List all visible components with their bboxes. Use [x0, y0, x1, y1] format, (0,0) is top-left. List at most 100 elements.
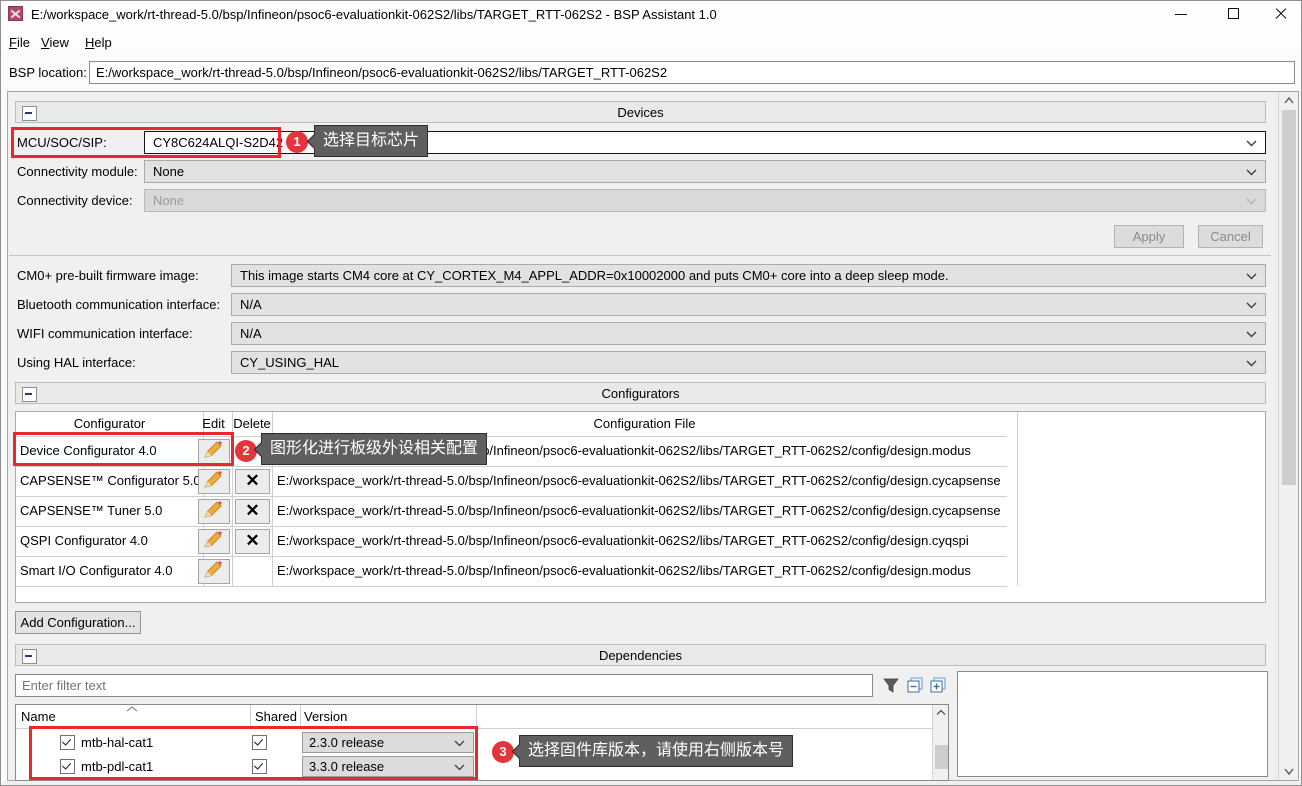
conn-module-value: None [153, 164, 184, 179]
apply-button[interactable]: Apply [1114, 225, 1184, 248]
edit-button[interactable] [198, 559, 230, 584]
devices-section-title: Devices [16, 105, 1265, 120]
cancel-button[interactable]: Cancel [1198, 225, 1263, 248]
annotation-highlight-dependencies [29, 726, 478, 780]
configurator-name: QSPI Configurator 4.0 [16, 526, 204, 556]
delete-button[interactable]: ✕ [235, 499, 270, 524]
pencil-icon [199, 530, 227, 551]
annotation-tooltip-1: 选择目标芯片 [314, 125, 428, 157]
configurators-section-title: Configurators [16, 386, 1265, 401]
configuration-file-path: E:/workspace_work/rt-thread-5.0/bsp/Infi… [272, 556, 1018, 586]
configuration-file-path: E:/workspace_work/rt-thread-5.0/bsp/Infi… [272, 526, 1018, 556]
wifi-combobox[interactable]: N/A [231, 322, 1266, 345]
collapse-all-icon [907, 677, 924, 694]
table-row: CAPSENSE™ Tuner 5.0 ✕ E:/workspace_work/… [16, 496, 1007, 527]
scrollbar-thumb[interactable] [1282, 110, 1296, 485]
conn-module-label: Connectivity module: [17, 164, 138, 179]
hal-combobox[interactable]: CY_USING_HAL [231, 351, 1266, 374]
wifi-label: WIFI communication interface: [17, 326, 193, 341]
configurator-name: CAPSENSE™ Tuner 5.0 [16, 496, 204, 526]
cm0-label: CM0+ pre-built firmware image: [17, 268, 199, 283]
expand-all-icon [930, 677, 947, 694]
menu-file[interactable]: File [5, 33, 34, 52]
bt-combobox[interactable]: N/A [231, 293, 1266, 316]
dependencies-section-title: Dependencies [16, 648, 1265, 663]
menu-bar: File View Help [1, 29, 1301, 53]
annotation-highlight-mcu [11, 127, 281, 158]
annotation-badge-3: 3 [492, 741, 514, 763]
dependencies-scrollbar[interactable] [932, 705, 948, 780]
pencil-icon [199, 560, 227, 581]
maximize-icon [1228, 8, 1239, 19]
scrollbar-thumb[interactable] [935, 745, 948, 769]
hal-label: Using HAL interface: [17, 355, 136, 370]
table-row: CAPSENSE™ Configurator 5.0 ✕ E:/workspac… [16, 466, 1007, 497]
delete-x-icon: ✕ [245, 471, 259, 490]
annotation-highlight-device-configurator [13, 432, 234, 466]
table-row: QSPI Configurator 4.0 ✕ E:/workspace_wor… [16, 526, 1007, 557]
chevron-down-icon [1246, 273, 1257, 280]
delete-x-icon: ✕ [245, 501, 259, 520]
annotation-tooltip-2: 图形化进行板级外设相关配置 [261, 433, 487, 465]
close-button[interactable] [1264, 5, 1298, 23]
menu-view[interactable]: View [37, 33, 73, 52]
table-row: Smart I/O Configurator 4.0 E:/workspace_… [16, 556, 1007, 587]
dependency-filter-input[interactable] [15, 674, 873, 697]
scroll-down-button[interactable] [1279, 763, 1298, 780]
bt-label: Bluetooth communication interface: [17, 297, 220, 312]
chevron-down-icon [1246, 169, 1257, 176]
bsp-location-label: BSP location: [9, 65, 87, 80]
expand-all-button[interactable] [930, 677, 947, 694]
chevron-down-icon [1246, 360, 1257, 367]
chevron-down-icon [1246, 198, 1257, 205]
configuration-file-path: E:/workspace_work/rt-thread-5.0/bsp/Infi… [272, 496, 1018, 526]
minimize-icon [1175, 14, 1187, 15]
dependency-description-panel [957, 671, 1268, 777]
conn-device-value: None [153, 193, 184, 208]
pencil-icon [199, 470, 227, 491]
app-icon [8, 6, 23, 21]
conn-module-combobox[interactable]: None [144, 160, 1266, 183]
configurators-section-header: Configurators [15, 382, 1266, 404]
configurator-name: CAPSENSE™ Configurator 5.0 [16, 466, 204, 496]
maximize-button[interactable] [1217, 5, 1251, 23]
cm0-value: This image starts CM4 core at CY_CORTEX_… [240, 268, 949, 283]
delete-button[interactable]: ✕ [235, 469, 270, 494]
main-scrollbar[interactable] [1278, 92, 1298, 780]
annotation-tooltip-3: 选择固件库版本，请使用右侧版本号 [519, 735, 793, 767]
edit-button[interactable] [198, 469, 230, 494]
delete-cell [232, 556, 273, 586]
cm0-combobox[interactable]: This image starts CM4 core at CY_CORTEX_… [231, 264, 1266, 287]
scroll-up-button[interactable] [1279, 92, 1298, 109]
conn-device-label: Connectivity device: [17, 193, 133, 208]
chevron-down-icon [1246, 331, 1257, 338]
delete-x-icon: ✕ [245, 531, 259, 550]
edit-button[interactable] [198, 499, 230, 524]
scroll-up-button[interactable] [933, 705, 948, 721]
bsp-assistant-window: E:/workspace_work/rt-thread-5.0/bsp/Infi… [0, 0, 1302, 786]
delete-button[interactable]: ✕ [235, 529, 270, 554]
chevron-down-icon [1246, 302, 1257, 309]
annotation-badge-1: 1 [286, 131, 308, 153]
window-title: E:/workspace_work/rt-thread-5.0/bsp/Infi… [31, 7, 717, 22]
pencil-icon [199, 500, 227, 521]
sort-ascending-icon [126, 706, 138, 712]
devices-section-header: Devices [15, 101, 1266, 123]
add-configuration-button[interactable]: Add Configuration... [15, 611, 141, 634]
bsp-location-input[interactable] [89, 61, 1295, 84]
wifi-value: N/A [240, 326, 262, 341]
edit-button[interactable] [198, 529, 230, 554]
dependencies-section-header: Dependencies [15, 644, 1266, 666]
bt-value: N/A [240, 297, 262, 312]
filter-icon[interactable] [882, 677, 900, 694]
minimize-button[interactable] [1164, 5, 1198, 23]
configuration-file-path: E:/workspace_work/rt-thread-5.0/bsp/Infi… [272, 466, 1018, 496]
chevron-down-icon [1246, 140, 1257, 147]
conn-device-combobox: None [144, 189, 1266, 212]
collapse-all-button[interactable] [907, 677, 924, 694]
hal-value: CY_USING_HAL [240, 355, 339, 370]
annotation-badge-2: 2 [235, 440, 257, 462]
section-divider [9, 255, 1271, 256]
menu-help[interactable]: Help [81, 33, 116, 52]
window-bottom-strip [2, 781, 1302, 786]
